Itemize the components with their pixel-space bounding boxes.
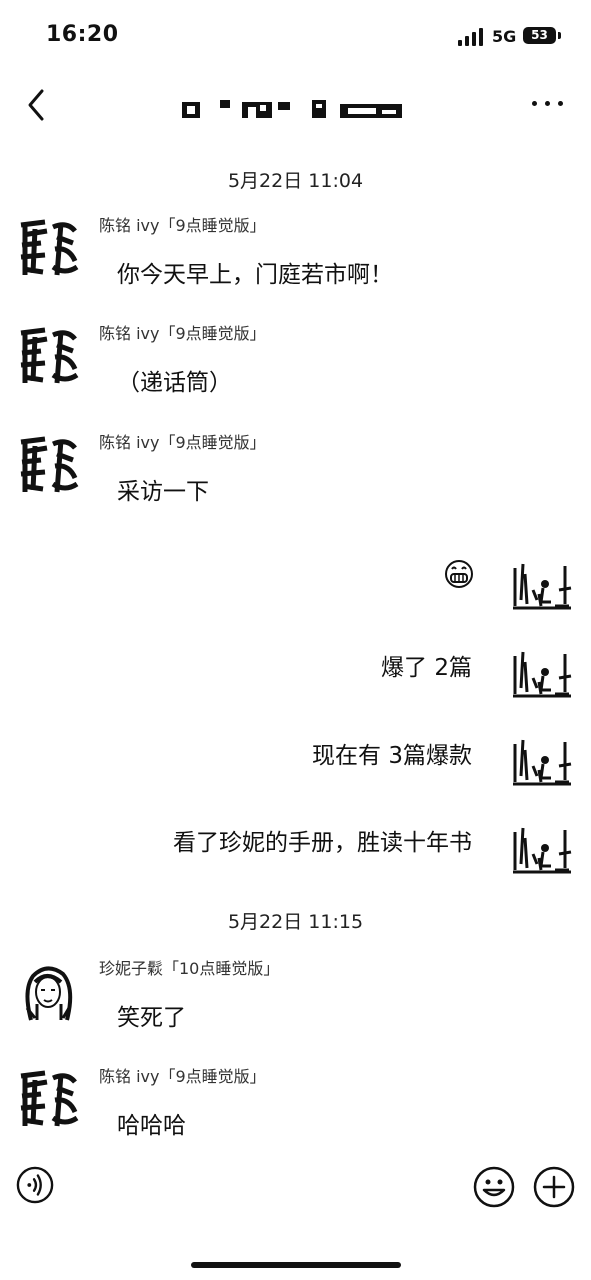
message-text[interactable]: 现在有 3篇爆款 — [312, 736, 472, 770]
signal-icon — [458, 28, 486, 46]
message-text[interactable]: 采访一下 — [117, 472, 209, 506]
sender-name: 陈铭 ivy「9点睡觉版」 — [99, 433, 266, 452]
emoji-icon[interactable] — [473, 1166, 515, 1208]
voice-icon[interactable] — [16, 1166, 54, 1204]
landscape-avatar[interactable] — [511, 554, 573, 616]
nav-bar — [0, 75, 591, 135]
landscape-avatar[interactable] — [511, 730, 573, 792]
sender-name: 珍妮子鬏「10点睡觉版」 — [99, 959, 280, 978]
message-text[interactable]: 你今天早上，门庭若市啊！ — [117, 255, 393, 289]
message-text[interactable]: 看了珍妮的手册，胜读十年书 — [173, 823, 472, 857]
sender-name: 陈铭 ivy「9点睡觉版」 — [99, 1067, 266, 1086]
timestamp: 5月22日 11:04 — [227, 170, 364, 192]
status-bar: 16:20 5G 53 — [0, 0, 591, 70]
grin-emoji[interactable] — [444, 559, 474, 589]
battery-icon: 53 — [523, 27, 556, 44]
network-label: 5G — [492, 27, 517, 46]
battery-cap — [558, 32, 561, 39]
landscape-avatar[interactable] — [511, 818, 573, 880]
calligraphy-avatar[interactable] — [17, 434, 79, 496]
message-text[interactable]: （递话筒） — [117, 363, 232, 397]
add-icon[interactable] — [533, 1166, 575, 1208]
calligraphy-avatar[interactable] — [17, 1068, 79, 1130]
message-text[interactable]: 笑死了 — [117, 998, 186, 1032]
status-time: 16:20 — [46, 22, 119, 47]
chevron-left-icon[interactable] — [22, 87, 52, 123]
calligraphy-avatar[interactable] — [17, 217, 79, 279]
landscape-avatar[interactable] — [511, 642, 573, 704]
message-text[interactable]: 爆了 2篇 — [381, 648, 472, 682]
portrait-avatar[interactable] — [17, 960, 79, 1022]
message-text[interactable]: 哈哈哈 — [117, 1106, 186, 1140]
home-indicator[interactable] — [191, 1262, 401, 1268]
sender-name: 陈铭 ivy「9点睡觉版」 — [99, 324, 266, 343]
sender-name: 陈铭 ivy「9点睡觉版」 — [99, 216, 266, 235]
calligraphy-avatar[interactable] — [17, 325, 79, 387]
more-dots-icon[interactable] — [528, 93, 568, 113]
chat-title-redacted — [182, 100, 402, 118]
input-bar — [0, 1160, 591, 1220]
timestamp: 5月22日 11:15 — [227, 911, 364, 933]
